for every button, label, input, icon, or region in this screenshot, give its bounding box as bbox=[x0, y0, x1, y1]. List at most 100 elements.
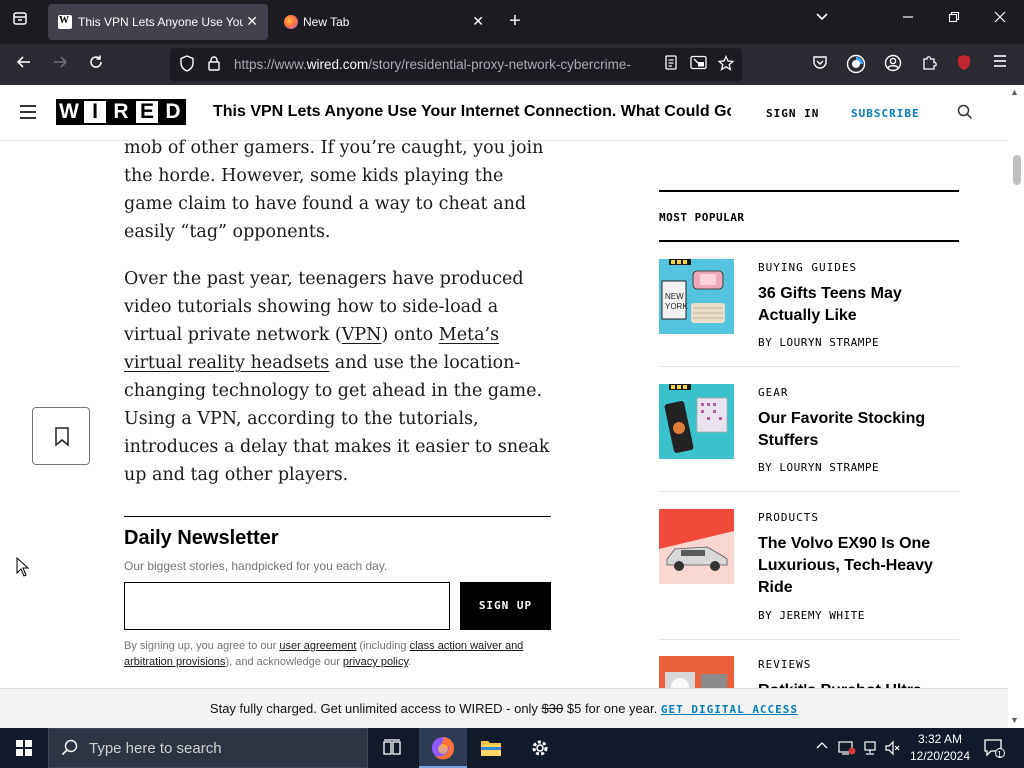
popular-item-byline: BY LOURYN STRAMPE bbox=[758, 461, 880, 474]
mouse-cursor-icon bbox=[16, 557, 30, 577]
page-scrollbar[interactable]: ▲ ▼ bbox=[1008, 85, 1024, 728]
hamburger-menu-icon[interactable] bbox=[989, 54, 1011, 73]
lock-icon[interactable] bbox=[207, 55, 221, 74]
newsletter-title: Daily Newsletter bbox=[124, 527, 279, 549]
close-tab-icon[interactable]: ✕ bbox=[472, 13, 484, 30]
picture-in-picture-icon[interactable] bbox=[690, 55, 708, 74]
notifications-icon[interactable] bbox=[983, 738, 1005, 761]
reader-view-icon[interactable] bbox=[664, 55, 678, 74]
url-text[interactable]: https://www.wired.com/story/residential-… bbox=[234, 57, 654, 72]
settings-gear-icon[interactable] bbox=[516, 728, 564, 768]
all-tabs-icon[interactable] bbox=[6, 8, 34, 36]
browser-tab-bar: This VPN Lets Anyone Use Your Internet C… bbox=[0, 0, 1024, 44]
popular-item-byline: BY JEREMY WHITE bbox=[758, 609, 865, 622]
forward-arrow-icon[interactable] bbox=[49, 54, 71, 76]
extension-blue-circle-icon[interactable] bbox=[845, 54, 867, 79]
search-icon[interactable] bbox=[957, 104, 973, 125]
tracking-protection-shield-icon[interactable] bbox=[179, 55, 195, 76]
user-agreement-link[interactable]: user agreement bbox=[279, 640, 356, 652]
close-tab-icon[interactable]: ✕ bbox=[246, 13, 258, 30]
extensions-puzzle-icon[interactable] bbox=[918, 54, 940, 76]
show-hidden-icons-chevron-icon[interactable] bbox=[816, 740, 828, 755]
scroll-down-arrow-icon[interactable]: ▼ bbox=[1010, 715, 1019, 725]
browser-nav-bar: https://www.wired.com/story/residential-… bbox=[0, 44, 1024, 106]
popular-item-title[interactable]: Rotkit's Purebot Ultra bbox=[758, 680, 948, 688]
taskbar-search-box[interactable]: Type here to search bbox=[48, 728, 368, 768]
account-icon[interactable] bbox=[882, 54, 904, 77]
clock-date: 12/20/2024 bbox=[909, 749, 971, 763]
popular-item-category[interactable]: PRODUCTS bbox=[758, 511, 819, 524]
ublock-shield-icon[interactable] bbox=[953, 54, 975, 76]
windows-logo-icon bbox=[16, 740, 32, 756]
sign-in-link[interactable]: SIGN IN bbox=[766, 107, 819, 120]
notification-count: 1 bbox=[997, 750, 1002, 759]
firefox-taskbar-icon[interactable] bbox=[419, 728, 467, 768]
search-icon bbox=[61, 739, 78, 761]
bookmark-icon bbox=[55, 427, 69, 447]
tab-title: This VPN Lets Anyone Use Your Internet C… bbox=[78, 15, 243, 29]
save-bookmark-button[interactable] bbox=[32, 407, 90, 465]
windows-taskbar: Type here to search 3:32 AM 12/20/2024 1 bbox=[0, 728, 1024, 768]
article-paragraph: mob of other gamers. If you’re caught, y… bbox=[124, 138, 544, 242]
restore-icon[interactable] bbox=[944, 10, 964, 26]
network-icon[interactable] bbox=[862, 740, 878, 759]
popular-item-thumbnail: NEW YORK bbox=[659, 259, 734, 334]
popular-item-title[interactable]: Our Favorite Stocking Stuffers bbox=[758, 408, 948, 452]
close-window-icon[interactable] bbox=[990, 10, 1010, 26]
system-clock[interactable]: 3:32 AM 12/20/2024 bbox=[905, 731, 975, 765]
popular-item-category[interactable]: REVIEWS bbox=[758, 658, 811, 671]
bookmark-star-icon[interactable] bbox=[717, 54, 735, 75]
firefox-favicon-icon bbox=[284, 15, 298, 29]
popular-item-title[interactable]: 36 Gifts Teens May Actually Like bbox=[758, 283, 948, 327]
newsletter-legal-text: By signing up, you agree to our user agr… bbox=[124, 640, 524, 668]
wired-logo[interactable]: W I R E D bbox=[56, 99, 186, 125]
site-menu-icon[interactable] bbox=[20, 105, 36, 119]
article-paragraph: Over the past year, teenagers have produ… bbox=[124, 269, 550, 485]
scrollbar-thumb[interactable] bbox=[1013, 155, 1021, 185]
newsletter-email-input[interactable] bbox=[124, 582, 450, 630]
old-price: $30 bbox=[541, 701, 564, 716]
popular-item-byline: BY LOURYN STRAMPE bbox=[758, 336, 880, 349]
start-button[interactable] bbox=[0, 728, 48, 768]
popular-item-category[interactable]: GEAR bbox=[758, 386, 789, 399]
back-arrow-icon[interactable] bbox=[13, 54, 35, 76]
popular-item-thumbnail bbox=[659, 656, 734, 688]
tab-title: New Tab bbox=[303, 15, 350, 29]
popular-item-title[interactable]: The Volvo EX90 Is One Luxurious, Tech-He… bbox=[758, 533, 948, 599]
minimize-icon[interactable] bbox=[898, 10, 918, 26]
tab-wired-article[interactable]: This VPN Lets Anyone Use Your Internet C… bbox=[48, 4, 268, 40]
popular-item-category[interactable]: BUYING GUIDES bbox=[758, 261, 857, 274]
scroll-up-arrow-icon[interactable]: ▲ bbox=[1010, 87, 1019, 97]
task-view-icon[interactable] bbox=[368, 728, 416, 768]
volume-muted-icon[interactable] bbox=[884, 740, 902, 759]
svg-text:NEW: NEW bbox=[665, 292, 684, 301]
site-header: W I R E D This VPN Lets Anyone Use Your … bbox=[0, 85, 1008, 141]
file-explorer-icon[interactable] bbox=[467, 728, 515, 768]
wired-favicon-icon bbox=[58, 15, 72, 29]
subscribe-link[interactable]: SUBSCRIBE bbox=[851, 107, 920, 120]
newsletter-signup: Daily Newsletter Our biggest stories, ha… bbox=[124, 516, 551, 668]
search-placeholder: Type here to search bbox=[89, 740, 222, 757]
popular-item-thumbnail bbox=[659, 509, 734, 584]
paywall-banner: Stay fully charged. Get unlimited access… bbox=[0, 688, 1008, 728]
address-bar[interactable]: https://www.wired.com/story/residential-… bbox=[170, 48, 742, 81]
tab-new-tab[interactable]: New Tab ✕ bbox=[276, 4, 494, 40]
newsletter-subtitle: Our biggest stories, handpicked for you … bbox=[124, 559, 388, 573]
clock-time: 3:32 AM bbox=[917, 732, 963, 746]
new-tab-icon[interactable]: + bbox=[503, 9, 527, 33]
get-digital-access-link[interactable]: GET DIGITAL ACCESS bbox=[661, 703, 798, 716]
most-popular-heading: MOST POPULAR bbox=[659, 190, 959, 242]
sign-up-button[interactable]: SIGN UP bbox=[460, 582, 551, 630]
popular-item[interactable]: GEAR Our Favorite Stocking Stuffers BY L… bbox=[659, 384, 959, 492]
popular-item[interactable]: NEW YORK BUYING GUIDES 36 Gifts Teens Ma… bbox=[659, 259, 959, 367]
reload-icon[interactable] bbox=[85, 54, 107, 76]
vpn-link[interactable]: VPN bbox=[342, 325, 382, 345]
popular-item[interactable]: REVIEWS Rotkit's Purebot Ultra bbox=[659, 656, 959, 688]
pocket-icon[interactable] bbox=[809, 54, 831, 75]
header-article-title: This VPN Lets Anyone Use Your Internet C… bbox=[213, 103, 731, 120]
popular-item-thumbnail bbox=[659, 384, 734, 459]
popular-item[interactable]: PRODUCTS The Volvo EX90 Is One Luxurious… bbox=[659, 509, 959, 640]
list-all-tabs-chevron-icon[interactable] bbox=[815, 10, 829, 27]
security-tray-icon[interactable] bbox=[838, 740, 856, 759]
privacy-policy-link[interactable]: privacy policy bbox=[343, 656, 408, 668]
